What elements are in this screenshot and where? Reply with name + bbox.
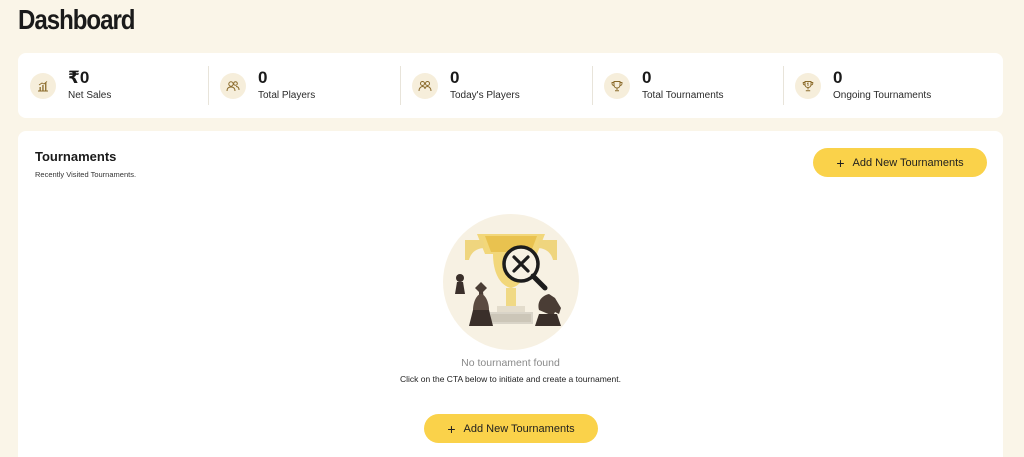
chart-icon — [30, 72, 56, 99]
award-icon — [795, 72, 821, 99]
users-icon — [220, 72, 246, 99]
stat-todays-players: 0 Today's Players — [400, 53, 592, 118]
stat-total-players: 0 Total Players — [208, 53, 400, 118]
empty-state-title: No tournament found — [461, 357, 560, 369]
plus-icon: + — [836, 154, 845, 171]
section-subtitle: Recently Visited Tournaments. — [35, 170, 137, 179]
stat-label: Net Sales — [68, 90, 112, 101]
stat-ongoing-tournaments: 0 Ongoing Tournaments — [783, 53, 1003, 118]
section-title: Tournaments — [35, 149, 117, 164]
stat-total-tournaments: 0 Total Tournaments — [592, 53, 783, 118]
stat-label: Today's Players — [450, 90, 520, 101]
tournaments-card: Tournaments Recently Visited Tournaments… — [18, 131, 1003, 457]
stat-value: 0 — [642, 68, 652, 87]
plus-icon: + — [447, 420, 456, 437]
stat-label: Total Players — [258, 90, 316, 101]
stat-label: Total Tournaments — [642, 90, 724, 101]
stat-value: ₹0 — [68, 68, 90, 87]
add-tournament-button-label: Add New Tournaments — [852, 156, 964, 169]
stat-value: 0 — [833, 68, 843, 87]
stat-label: Ongoing Tournaments — [833, 90, 932, 101]
stats-card: ₹0 Net Sales 0 Total Players 0 Today's P… — [18, 53, 1003, 118]
players-icon — [412, 72, 438, 99]
add-tournament-cta-button[interactable]: + Add New Tournaments — [424, 414, 598, 443]
add-tournament-button[interactable]: + Add New Tournaments — [813, 148, 987, 177]
add-tournament-cta-button-label: Add New Tournaments — [463, 422, 575, 435]
stat-value: 0 — [450, 68, 460, 87]
empty-state-description: Click on the CTA below to initiate and c… — [400, 374, 621, 384]
trophy-icon — [604, 72, 630, 99]
page-title: Dashboard — [18, 4, 136, 35]
empty-state-illustration — [443, 214, 579, 350]
stat-value: 0 — [258, 68, 268, 87]
stat-net-sales: ₹0 Net Sales — [18, 53, 208, 118]
